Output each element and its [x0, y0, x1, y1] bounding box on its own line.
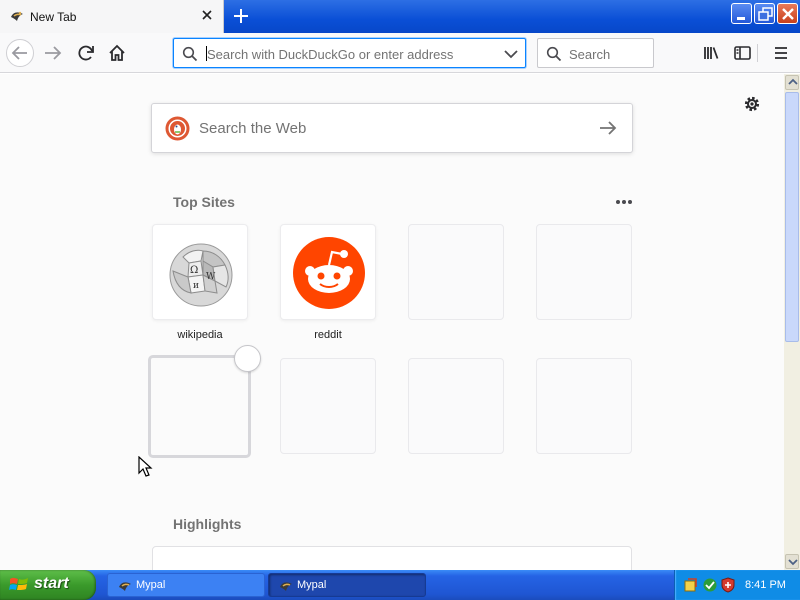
- add-top-site-button[interactable]: [234, 345, 261, 372]
- new-tab-plus-icon[interactable]: [231, 6, 251, 26]
- mouse-cursor-icon: [138, 456, 153, 477]
- tray-network-icon[interactable]: [702, 577, 718, 593]
- top-site-wikipedia[interactable]: Ω W и: [152, 224, 248, 320]
- close-window-button[interactable]: [777, 3, 798, 24]
- scrollbar-thumb[interactable]: [785, 92, 799, 342]
- web-search-box[interactable]: Search the Web: [151, 103, 633, 153]
- scroll-down-button[interactable]: [785, 554, 799, 569]
- web-search-placeholder: Search the Web: [199, 120, 307, 137]
- top-sites-title: Top Sites: [173, 194, 235, 210]
- sidebar-icon[interactable]: [728, 39, 756, 67]
- toolbar-separator: [757, 44, 758, 62]
- wikipedia-icon: Ω W и: [169, 243, 233, 307]
- hamburger-menu-icon[interactable]: [767, 39, 795, 67]
- more-options-icon[interactable]: [613, 195, 635, 209]
- mypal-icon: [119, 582, 131, 591]
- gear-icon[interactable]: [742, 94, 762, 114]
- taskbar-item-label: Mypal: [136, 579, 166, 591]
- navigation-toolbar: Search with DuckDuckGo or enter address …: [0, 33, 800, 73]
- top-site-label: reddit: [314, 329, 342, 341]
- top-site-reddit[interactable]: [280, 224, 376, 320]
- search-icon: [182, 46, 198, 62]
- taskbar-item-label: Mypal: [297, 579, 327, 591]
- start-label: start: [34, 575, 69, 592]
- tray-security-shield-icon[interactable]: [720, 577, 736, 593]
- back-button[interactable]: [6, 39, 34, 67]
- highlights-card[interactable]: [152, 546, 632, 570]
- top-site-empty-slot[interactable]: [280, 358, 376, 454]
- home-icon[interactable]: [103, 39, 131, 67]
- windows-taskbar: start Mypal Mypal 8:41 PM: [0, 570, 800, 600]
- close-tab-icon[interactable]: [199, 7, 215, 23]
- chevron-down-icon: [788, 559, 798, 566]
- svg-text:W: W: [206, 272, 216, 282]
- mypal-icon: [280, 582, 292, 591]
- top-site-empty-slot[interactable]: [408, 224, 504, 320]
- reload-icon[interactable]: [72, 39, 100, 67]
- close-icon: [782, 8, 794, 20]
- taskbar-clock: 8:41 PM: [745, 579, 786, 591]
- new-tab-page: Search the Web Top Sites Ω W и wikipedia: [0, 74, 784, 570]
- forward-arrow-icon[interactable]: [39, 39, 67, 67]
- system-tray: 8:41 PM: [674, 570, 800, 600]
- windows-flag-icon: [9, 577, 28, 590]
- top-site-label: wikipedia: [177, 329, 223, 341]
- library-icon[interactable]: [697, 39, 725, 67]
- top-site-empty-slot[interactable]: [536, 358, 632, 454]
- chevron-up-icon: [788, 78, 798, 85]
- vertical-scrollbar[interactable]: [784, 74, 800, 570]
- chevron-down-icon[interactable]: [503, 47, 519, 61]
- arrow-right-icon[interactable]: [598, 119, 618, 137]
- top-site-empty-slot[interactable]: [536, 224, 632, 320]
- tab-title: New Tab: [30, 10, 77, 24]
- search-placeholder: Search: [569, 47, 611, 62]
- address-bar[interactable]: Search with DuckDuckGo or enter address: [173, 38, 526, 68]
- top-site-placeholder-dragged[interactable]: [148, 355, 251, 458]
- taskbar-item-mypal[interactable]: Mypal: [107, 573, 265, 597]
- restore-button[interactable]: [754, 3, 775, 24]
- highlights-title: Highlights: [173, 516, 242, 532]
- title-bar: New Tab: [0, 0, 800, 33]
- back-arrow-icon: [11, 46, 27, 60]
- svg-text:Ω: Ω: [190, 265, 198, 276]
- restore-icon: [758, 7, 773, 21]
- address-placeholder: Search with DuckDuckGo or enter address: [207, 47, 454, 62]
- taskbar-item-mypal-active[interactable]: Mypal: [268, 573, 426, 597]
- duckduckgo-icon: [165, 116, 190, 141]
- search-icon: [546, 46, 562, 62]
- start-button[interactable]: start: [0, 570, 96, 600]
- minimize-button[interactable]: [731, 3, 752, 24]
- tab-new-tab[interactable]: New Tab: [0, 0, 224, 33]
- mypal-icon: [11, 11, 23, 21]
- scroll-up-button[interactable]: [785, 75, 799, 90]
- minimize-icon: [737, 17, 745, 20]
- top-site-empty-slot[interactable]: [408, 358, 504, 454]
- tray-app-icon[interactable]: [683, 577, 699, 593]
- reddit-icon: [293, 237, 365, 309]
- svg-text:и: и: [193, 281, 199, 291]
- search-bar[interactable]: Search: [537, 38, 654, 68]
